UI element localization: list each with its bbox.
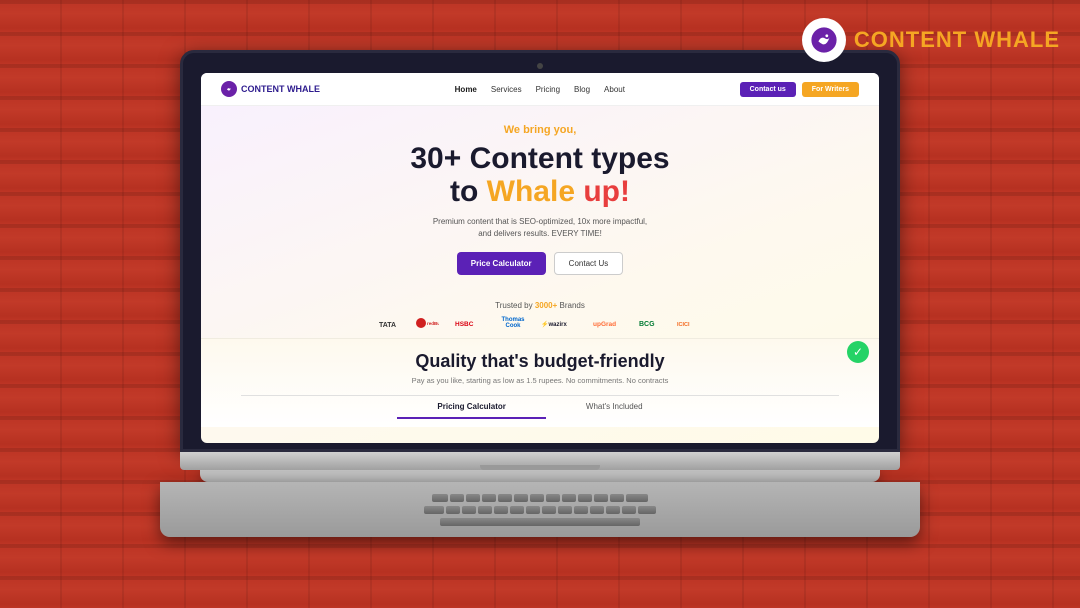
brand-wazirx: ⚡wazirx [541,316,577,330]
keyboard-row-2 [424,506,656,514]
key [562,494,576,502]
trusted-count: 3000+ [535,301,557,310]
to-text: to [450,175,487,208]
key [510,506,524,514]
nav-link-about[interactable]: About [604,85,625,94]
brand-name: CONTENT [854,27,967,52]
key [494,506,508,514]
key [446,506,460,514]
svg-text:redBus: redBus [427,321,439,326]
contact-us-button[interactable]: Contact us [740,82,796,97]
key [546,494,560,502]
up-highlight: up! [575,175,630,208]
brand-upgrad: upGrad [593,316,623,330]
svg-text:BCG: BCG [639,321,655,328]
svg-text:HSBC: HSBC [455,321,474,328]
quality-tabs: Pricing Calculator What's Included [241,395,839,419]
nav-link-pricing[interactable]: Pricing [536,85,560,94]
nav-link-home[interactable]: Home [455,85,477,94]
nav-link-blog[interactable]: Blog [574,85,590,94]
whale-name: WHALE [974,27,1060,52]
key [610,494,624,502]
svg-text:ICICI: ICICI [677,322,690,328]
brand-hsbc: HSBC [455,316,485,330]
top-logo-text: CONTENT WHALE [854,27,1060,53]
laptop-keyboard [160,482,920,537]
quality-title: Quality that's budget-friendly [241,351,839,372]
key [462,506,476,514]
key [638,506,656,514]
tab-whats-included[interactable]: What's Included [546,396,683,419]
key [482,494,496,502]
svg-text:upGrad: upGrad [593,321,616,328]
quality-desc: Pay as you like, starting as low as 1.5 … [241,376,839,385]
laptop-base [180,452,900,470]
key [424,506,444,514]
key [578,494,592,502]
key [466,494,480,502]
key [432,494,448,502]
quality-section: Quality that's budget-friendly Pay as yo… [201,338,879,427]
whatsapp-button[interactable]: ✓ [847,341,869,363]
key [478,506,492,514]
laptop-screen: CONTENT WHALE Home Services Pricing Blog… [201,73,879,443]
key [558,506,572,514]
spacebar [440,518,640,526]
key [590,506,604,514]
keyboard-spacebar-row [440,518,640,526]
svg-text:⚡wazirx: ⚡wazirx [541,320,567,328]
nav-buttons: Contact us For Writers [740,82,859,97]
nav-logo-icon [221,81,237,97]
laptop-bottom [200,470,880,482]
hero-tagline: We bring you, [241,124,839,136]
hero-description: Premium content that is SEO-optimized, 1… [241,216,839,240]
key [594,494,608,502]
brands-row: TATA redBus HSBC [201,316,879,330]
key [514,494,528,502]
key [626,494,648,502]
laptop-camera [537,63,543,69]
hero-title-line1: 30+ Content types [241,142,839,175]
nav-link-services[interactable]: Services [491,85,522,94]
keyboard-row-1 [432,494,648,502]
price-calculator-button[interactable]: Price Calculator [457,252,546,275]
brand-bcg: BCG [639,316,661,330]
nav-logo: CONTENT WHALE [221,81,320,97]
svg-text:TATA: TATA [379,322,396,329]
key [574,506,588,514]
top-logo-area: CONTENT WHALE [802,18,1060,62]
hero-section: We bring you, 30+ Content types to Whale… [201,106,879,301]
key [530,494,544,502]
hero-buttons: Price Calculator Contact Us [241,252,839,275]
brand-redbus: redBus [415,316,439,330]
key [498,494,512,502]
brand-tata: TATA [379,316,399,330]
contact-us-hero-button[interactable]: Contact Us [554,252,624,275]
trusted-label: Trusted by 3000+ Brands [201,301,879,310]
nav-links: Home Services Pricing Blog About [360,85,720,94]
tab-pricing-calculator[interactable]: Pricing Calculator [397,396,545,419]
nav-logo-text: CONTENT WHALE [241,84,320,94]
top-logo-icon [802,18,846,62]
whale-highlight: Whale [487,175,575,208]
trusted-section: Trusted by 3000+ Brands TATA redBus [201,301,879,330]
brand-thomascook: ThomasCook [501,317,524,329]
website: CONTENT WHALE Home Services Pricing Blog… [201,73,879,443]
key [622,506,636,514]
key [450,494,464,502]
navbar: CONTENT WHALE Home Services Pricing Blog… [201,73,879,106]
laptop-screen-frame: CONTENT WHALE Home Services Pricing Blog… [180,50,900,452]
laptop: CONTENT WHALE Home Services Pricing Blog… [180,50,900,537]
key [606,506,620,514]
key [542,506,556,514]
key [526,506,540,514]
hero-title-line2: to Whale up! [241,175,839,208]
brand-icici: ICICI [677,316,701,330]
for-writers-button[interactable]: For Writers [802,82,859,97]
